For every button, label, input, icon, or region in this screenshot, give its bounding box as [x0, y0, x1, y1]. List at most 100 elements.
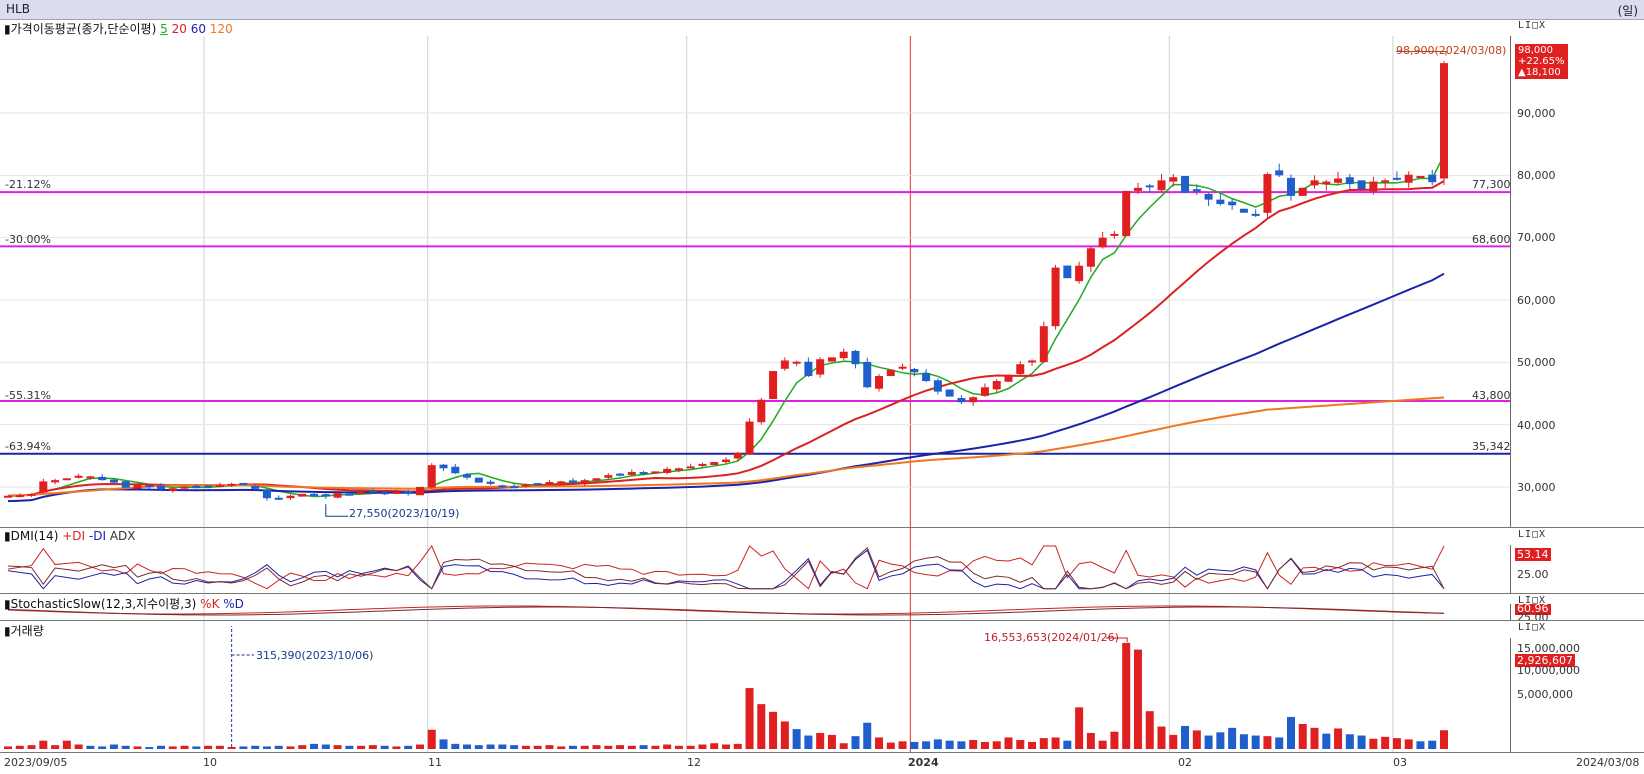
volume-bar [415, 744, 424, 749]
high-annotation: 98,900(2024/03/08) [1396, 44, 1507, 57]
candle [957, 398, 966, 403]
candle [533, 483, 542, 486]
candle [1110, 233, 1119, 236]
candle [992, 381, 1001, 390]
volume-bar [1157, 726, 1166, 749]
price-tick: 50,000 [1517, 356, 1556, 369]
ma120-label[interactable]: 120 [210, 22, 233, 36]
level-price-label: 68,600 [1472, 233, 1511, 246]
volume-bar [910, 741, 919, 749]
dmi-panel [7, 544, 1445, 590]
volume-bar [1286, 716, 1295, 749]
panel-separator [0, 620, 1644, 621]
volume-bar [4, 746, 12, 749]
volume-bar [651, 745, 660, 749]
candle [180, 486, 189, 489]
volume-bar [1145, 711, 1154, 749]
candle [1075, 265, 1084, 282]
dmi-panel-controls[interactable]: LI□X [1518, 529, 1546, 540]
ma60-label[interactable]: 60 [191, 22, 206, 36]
stoch-tick: 25.00 [1517, 611, 1549, 620]
volume-bar [804, 735, 813, 749]
adx-label[interactable]: ADX [110, 529, 136, 543]
minus-di-label[interactable]: -DI [89, 529, 106, 543]
level-price-label: 35,342 [1472, 440, 1511, 453]
period-unit-label: (일) [1617, 4, 1638, 18]
candle [933, 380, 942, 392]
volume-bar [957, 741, 966, 749]
candle [639, 472, 648, 475]
candle [1169, 177, 1178, 182]
candle [1345, 177, 1354, 185]
volume-panel-controls[interactable]: LI□X [1518, 622, 1546, 633]
volume-bar [474, 745, 483, 749]
stock-chart[interactable] [0, 19, 1644, 752]
candle [757, 399, 766, 423]
panel-marker-icon: ▮ [4, 22, 11, 36]
volume-bar [368, 745, 377, 749]
volume-axis[interactable]: 15,000,000 2,926,607 10,000,000 5,000,00… [1510, 638, 1644, 752]
candle [580, 480, 589, 485]
candle [922, 373, 931, 382]
candle [451, 466, 460, 474]
x-tick: 11 [428, 756, 442, 769]
candle [27, 493, 36, 496]
candle [816, 359, 825, 375]
volume-low-marker [231, 626, 254, 747]
volume-bar [133, 746, 142, 749]
candle [51, 480, 60, 483]
x-tick: 2024 [908, 756, 939, 769]
candle [86, 476, 95, 479]
grid-lines [0, 36, 1510, 752]
x-tick: 03 [1393, 756, 1407, 769]
candle [145, 485, 154, 488]
volume-bar [1204, 735, 1213, 749]
panel-separator [0, 527, 1644, 528]
candle [557, 481, 566, 484]
candle [463, 474, 472, 478]
volume-bar [1392, 738, 1401, 749]
price-panel-controls[interactable]: LI□X [1518, 20, 1546, 31]
stochastic-axis[interactable]: 60.96 25.00 [1510, 604, 1644, 620]
volume-bar [345, 745, 354, 749]
candle [663, 468, 672, 473]
candle [192, 485, 201, 488]
panel-separator [0, 593, 1644, 594]
candle [969, 397, 978, 403]
candle [39, 481, 48, 493]
minus-di-line [7, 549, 1445, 590]
volume-bar [15, 745, 24, 749]
volume-bar [533, 745, 542, 749]
volume-bar [1428, 740, 1437, 749]
candle [1286, 177, 1295, 196]
ma20-label[interactable]: 20 [172, 22, 187, 36]
candle [1428, 174, 1437, 183]
candle [545, 482, 554, 485]
panel-marker-icon: ▮ [4, 597, 11, 611]
stoch-k-label[interactable]: %K [200, 597, 219, 611]
candle [745, 421, 754, 455]
candle [1298, 187, 1307, 196]
stochastic-panel-title: ▮StochasticSlow(12,3,지수이평,3) %K %D [4, 597, 244, 611]
dmi-tick: 25.00 [1517, 568, 1549, 581]
stoch-d-label[interactable]: %D [223, 597, 244, 611]
candle [1157, 180, 1166, 191]
candle [1192, 189, 1201, 192]
time-axis[interactable]: 2023/09/05 10 11 12 2024 02 03 2024/03/0… [0, 752, 1644, 774]
candle [357, 491, 366, 494]
volume-bar [1440, 730, 1448, 749]
candle [439, 464, 448, 469]
candle [710, 462, 719, 465]
ma5-label[interactable]: 5 [160, 22, 168, 36]
dmi-axis[interactable]: 53.14 25.00 [1510, 545, 1644, 593]
volume-bar [262, 746, 271, 749]
volume-low-annotation: 315,390(2023/10/06) [256, 649, 374, 662]
plus-di-label[interactable]: +DI [62, 529, 85, 543]
candle [286, 495, 295, 499]
volume-bar [733, 743, 742, 749]
candle [1239, 208, 1248, 213]
candle [486, 481, 495, 484]
price-axis[interactable]: 98,000 +22.65% ▲18,100 90,000 80,000 70,… [1510, 36, 1644, 527]
volume-high-annotation: 16,553,653(2024/01/26) [984, 631, 1119, 644]
volume-bar [792, 729, 801, 749]
